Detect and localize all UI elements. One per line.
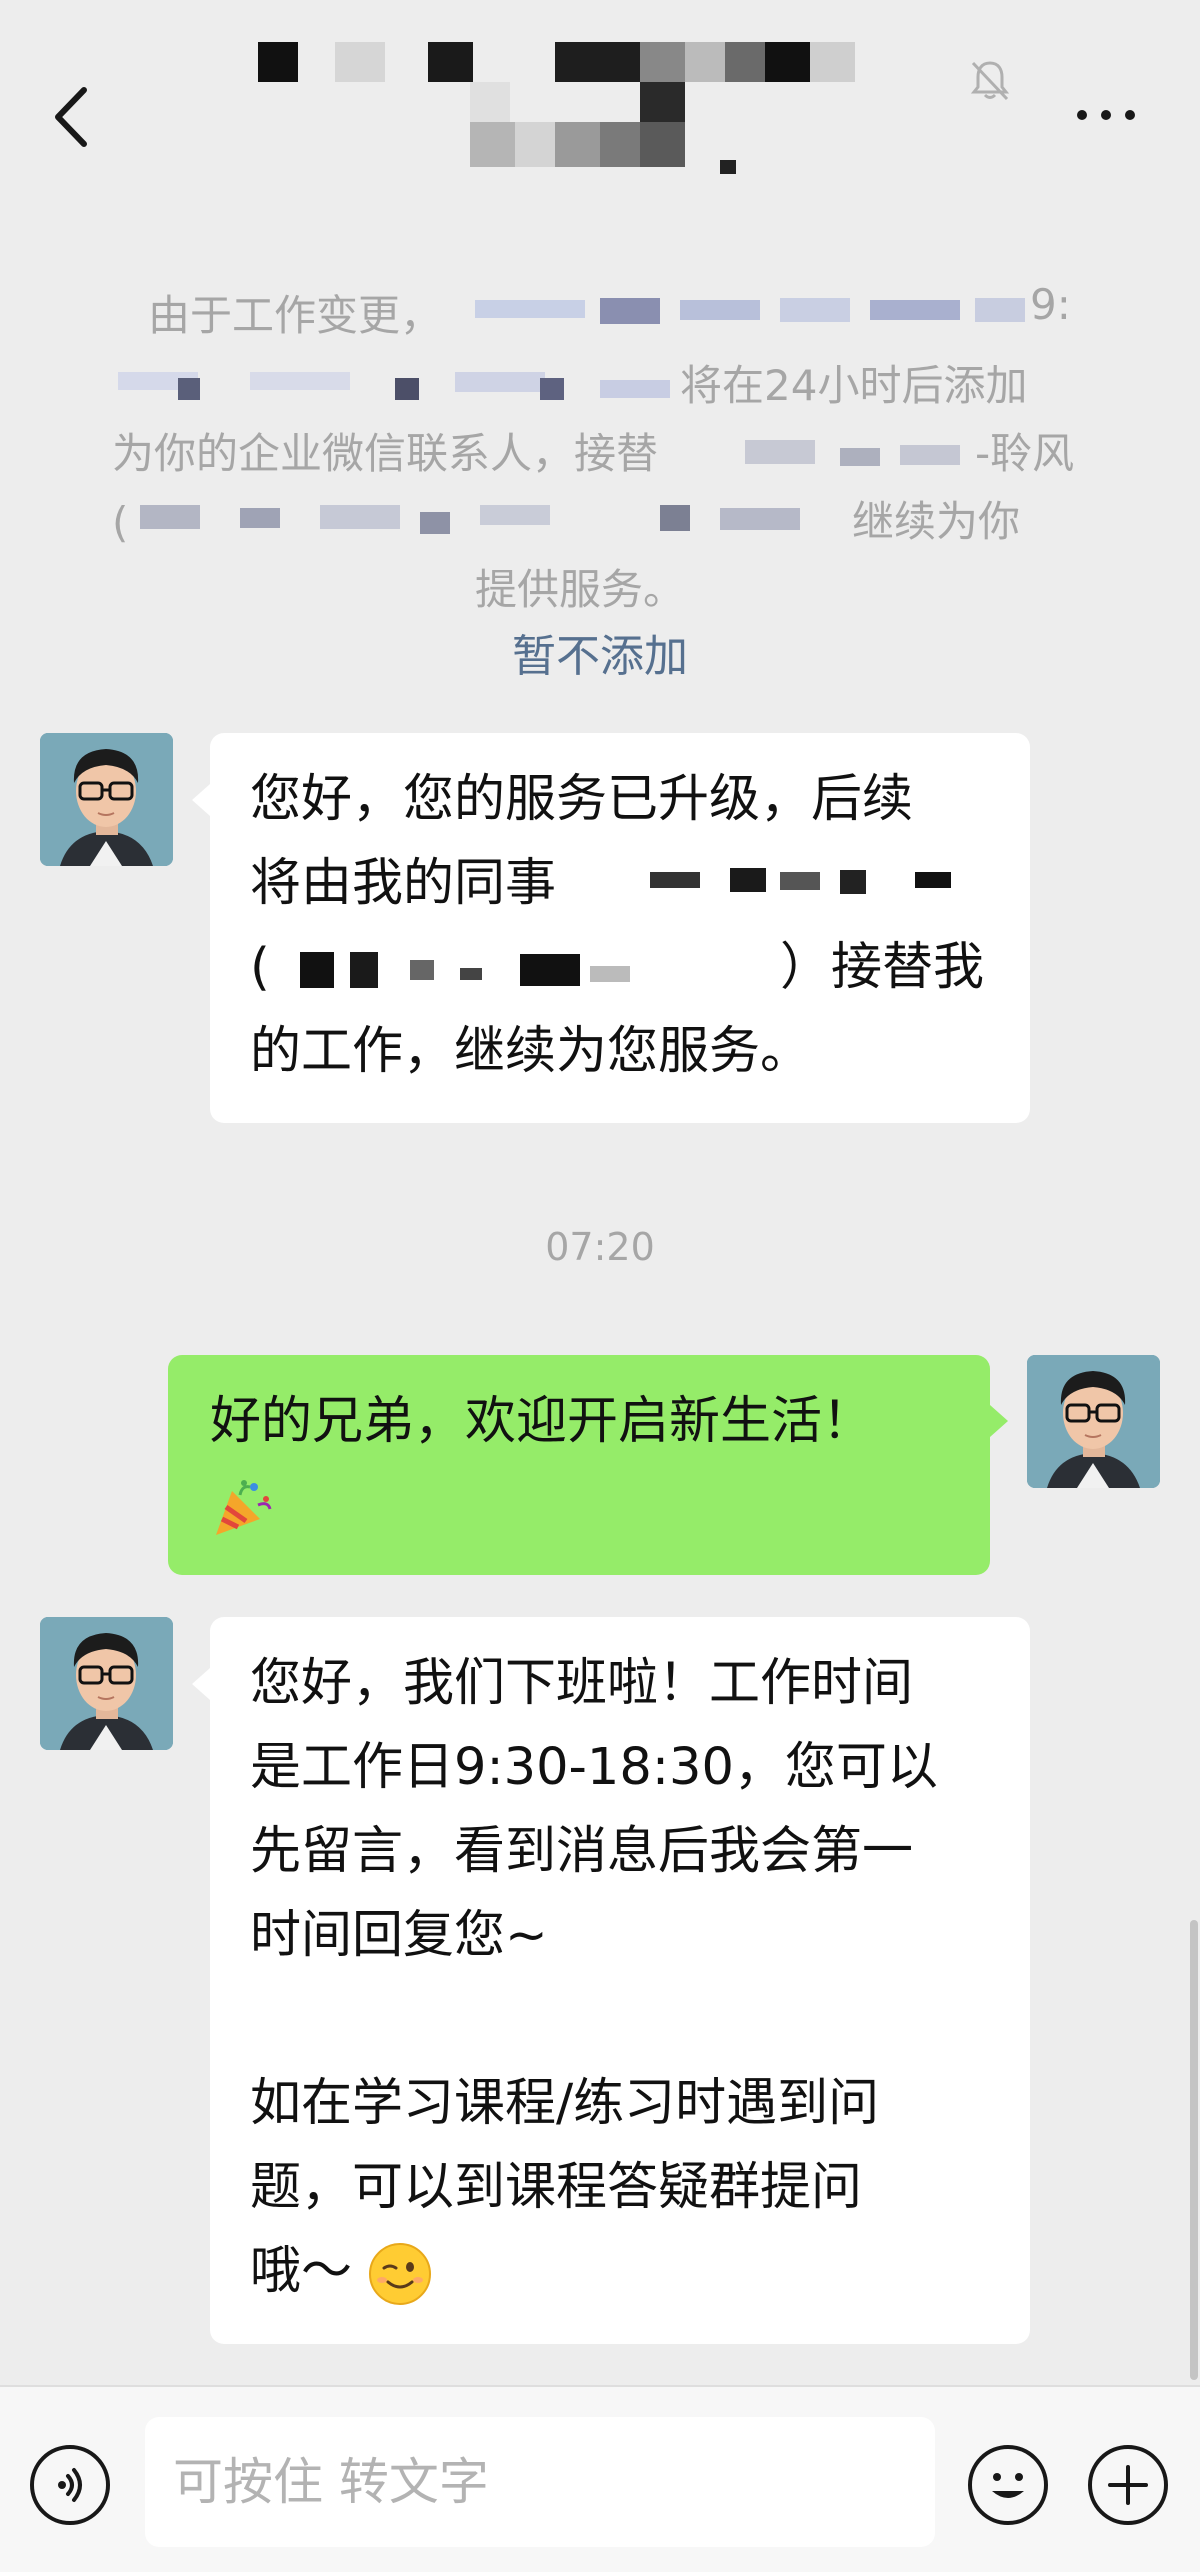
wink-face-icon bbox=[369, 2243, 432, 2305]
message-line: 题，可以到课程答疑群提问 bbox=[250, 2158, 863, 2217]
message-line: 的工作，继续为您服务。 bbox=[250, 1022, 812, 1081]
bubble-tail bbox=[192, 784, 210, 816]
message-input[interactable]: 可按住 转文字 bbox=[145, 2417, 935, 2547]
message-timestamp: 07:20 bbox=[545, 1225, 655, 1269]
notice-line-4: 继续为你 bbox=[852, 497, 1021, 546]
message-line: 好的兄弟，欢迎开启新生活！ bbox=[210, 1392, 874, 1451]
more-horizontal-icon[interactable] bbox=[1068, 95, 1148, 135]
avatar[interactable] bbox=[1027, 1355, 1160, 1488]
chat-header bbox=[0, 0, 1200, 195]
avatar[interactable] bbox=[40, 733, 173, 866]
bubble-tail bbox=[192, 1668, 210, 1700]
message-bubble-outgoing[interactable]: 好的兄弟，欢迎开启新生活！ bbox=[168, 1355, 990, 1575]
smile-icon[interactable] bbox=[968, 2445, 1048, 2525]
notice-line-5: 提供服务。 bbox=[475, 565, 686, 614]
notice-line-1: 由于工作变更， bbox=[148, 291, 443, 340]
message-line: 您好，我们下班啦！工作时间 bbox=[250, 1654, 914, 1713]
message-bubble-incoming[interactable]: 您好，我们下班啦！工作时间 是工作日9:30-18:30，您可以 先留言，看到消… bbox=[210, 1617, 1030, 2344]
message-line: 如在学习课程/练习时遇到问 bbox=[250, 2074, 880, 2133]
scrollbar[interactable] bbox=[1190, 1920, 1198, 2380]
avatar[interactable] bbox=[40, 1617, 173, 1750]
message-line: 时间回复您~ bbox=[250, 1906, 548, 1965]
bell-off-icon bbox=[970, 61, 1010, 101]
notice-line-3: 为你的企业微信联系人，接替 bbox=[112, 429, 659, 478]
notice-line-2: 将在24小时后添加 bbox=[680, 361, 1028, 410]
message-line: ）接替我 bbox=[780, 938, 985, 997]
plus-icon[interactable] bbox=[1088, 2445, 1168, 2525]
message-line: 哦～ bbox=[250, 2242, 353, 2301]
decline-add-link[interactable]: 暂不添加 bbox=[380, 620, 820, 684]
input-bar: 可按住 转文字 bbox=[0, 2385, 1200, 2572]
voice-icon[interactable] bbox=[30, 2445, 110, 2525]
party-popper-icon bbox=[216, 1480, 272, 1535]
message-redaction bbox=[290, 952, 690, 988]
chevron-left-icon[interactable] bbox=[48, 82, 98, 152]
message-line: 您好，您的服务已升级，后续 bbox=[250, 770, 914, 829]
bubble-tail bbox=[990, 1405, 1008, 1437]
message-bubble-incoming[interactable]: 您好，您的服务已升级，后续 将由我的同事 ( ）接替我 的工作，继续为您服务。 bbox=[210, 733, 1030, 1123]
message-line: 先留言，看到消息后我会第一 bbox=[250, 1822, 914, 1881]
message-line: 将由我的同事 bbox=[250, 854, 557, 913]
message-redaction bbox=[650, 868, 1010, 896]
message-line: 是工作日9:30-18:30，您可以 bbox=[250, 1738, 938, 1797]
